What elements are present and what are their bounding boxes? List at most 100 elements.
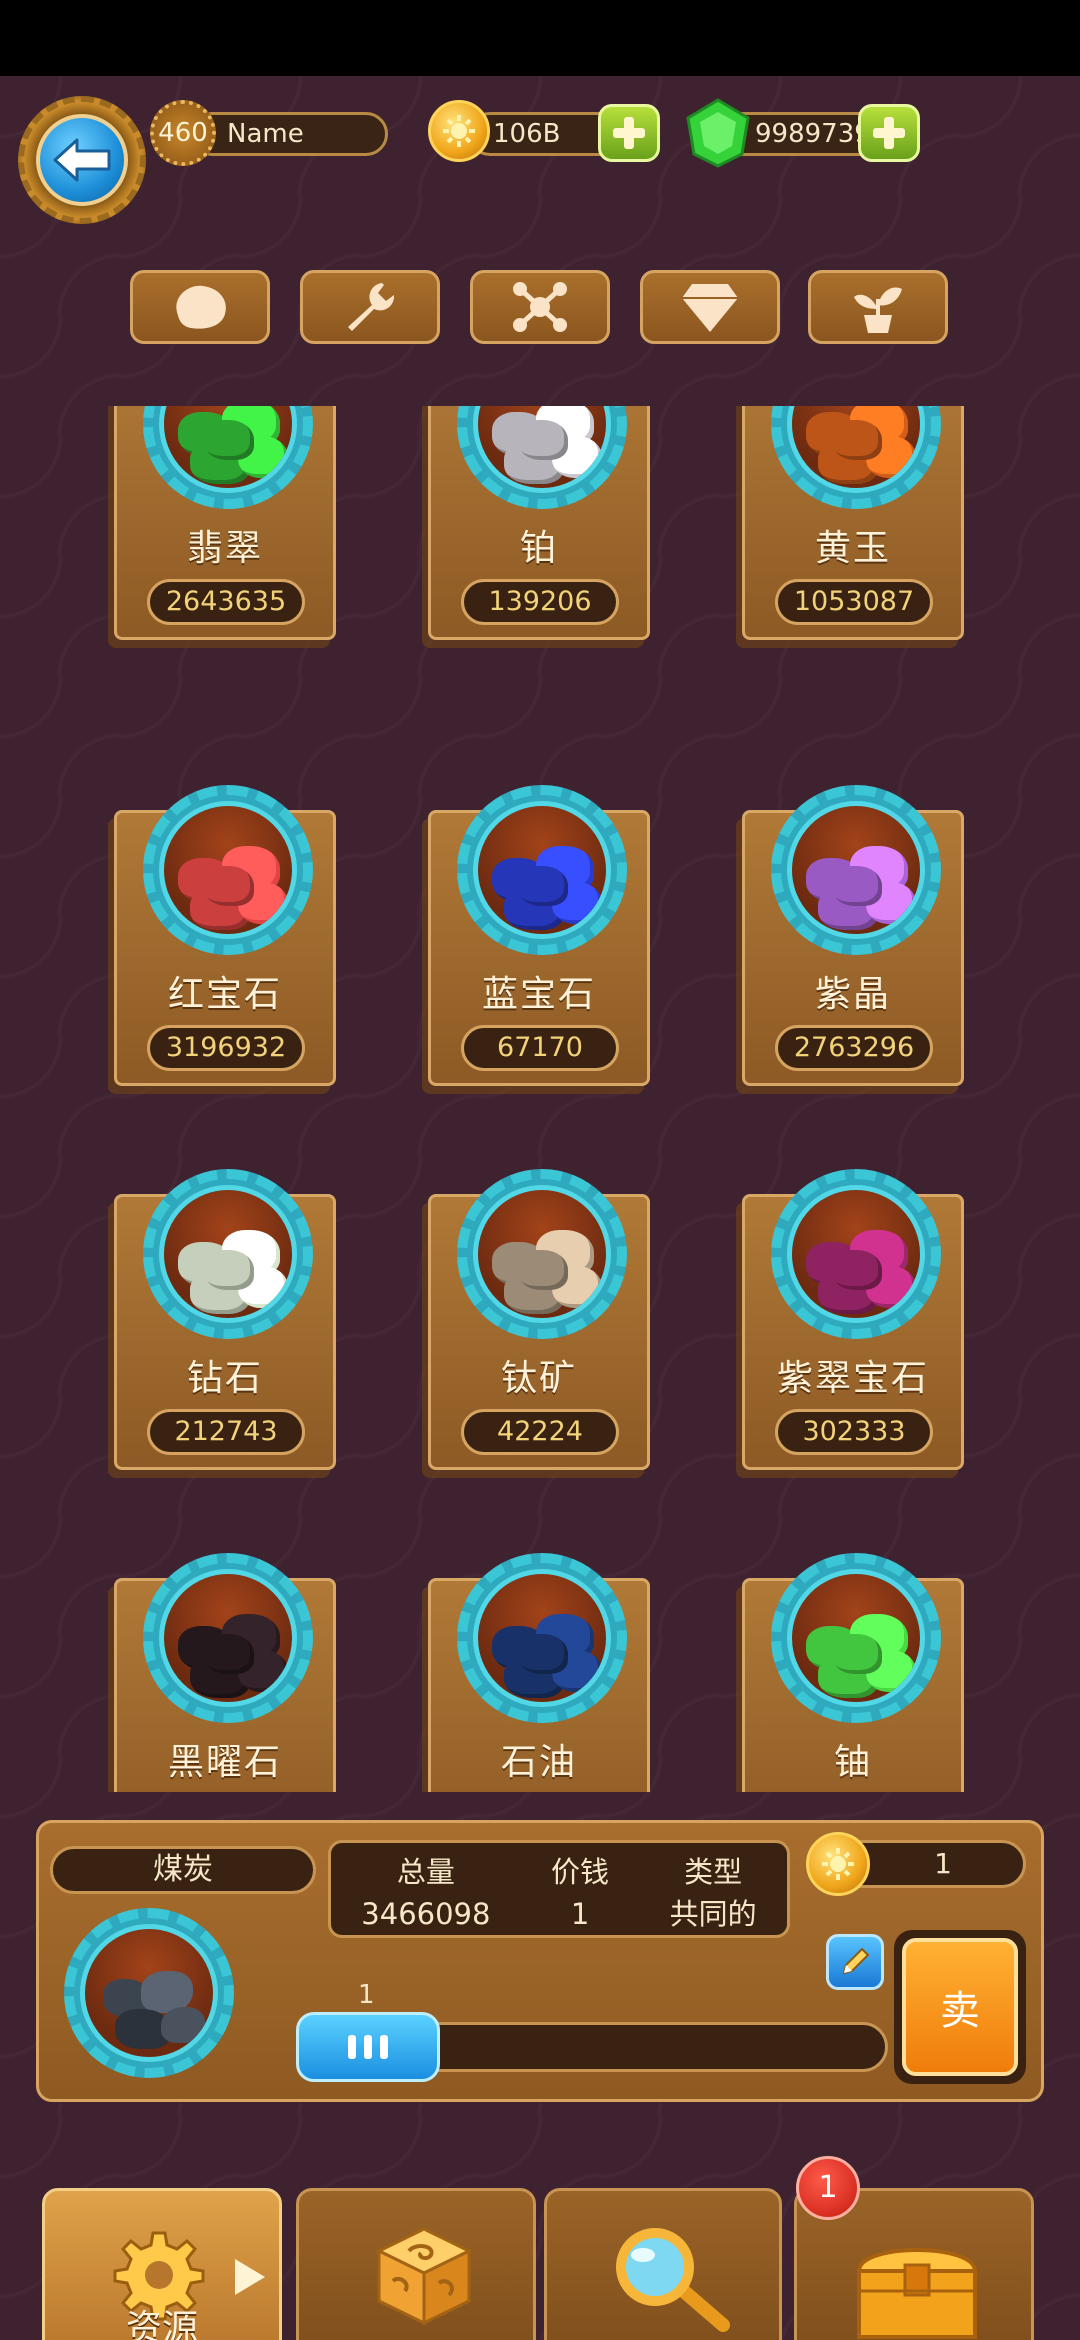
stat-total: 总量 3466098 [361, 1851, 490, 1935]
resource-icon-frame [143, 1553, 313, 1723]
resource-card[interactable]: 铀1374 [742, 1553, 964, 1792]
resource-count: 1053087 [775, 579, 933, 625]
stat-type-label: 类型 [684, 1855, 743, 1889]
resource-icon-frame [771, 406, 941, 509]
quantity-value: 1 [358, 1980, 375, 2010]
resource-name: 黑曜石 [167, 1742, 282, 1783]
resource-card[interactable]: 钻石 212743 [114, 1169, 336, 1470]
coal-icon [80, 1924, 218, 2062]
back-button[interactable] [18, 96, 146, 224]
resource-card[interactable]: 铂 139206 [428, 406, 650, 640]
resource-icon-frame [771, 1169, 941, 1339]
resource-count: 67170 [461, 1025, 619, 1071]
selected-resource-name: 煤炭 [50, 1846, 316, 1894]
stat-type-value: 共同的 [669, 1897, 757, 1931]
resource-name: 铀 [833, 1742, 872, 1783]
resource-name: 紫晶 [814, 974, 891, 1015]
resource-count: 139206 [461, 579, 619, 625]
tab-tools[interactable] [300, 270, 440, 344]
resource-icon-frame [457, 1553, 627, 1723]
resource-icon [159, 1569, 297, 1707]
resource-count: 2643635 [147, 579, 305, 625]
wrench-icon [348, 283, 395, 331]
resource-icon [787, 1185, 925, 1323]
resource-icon [787, 801, 925, 939]
stat-price-value: 1 [570, 1897, 590, 1931]
pencil-icon [842, 1947, 870, 1975]
treasure-chest-icon [856, 2248, 978, 2339]
tab-compounds[interactable] [470, 270, 610, 344]
tab-plants[interactable] [808, 270, 948, 344]
tab-resources[interactable]: 资源 [42, 2188, 282, 2340]
tab-dice[interactable] [296, 2188, 536, 2340]
tab-resources-label: 资源 [125, 2308, 198, 2340]
stat-price: 价钱 1 [551, 1851, 609, 1935]
resource-icon-frame [771, 785, 941, 955]
resource-count: 3196932 [147, 1025, 305, 1071]
resource-icon [159, 406, 297, 493]
resource-icon [473, 1569, 611, 1707]
resource-icon-frame [457, 1169, 627, 1339]
resource-name: 钻石 [186, 1358, 263, 1399]
resource-icon [787, 406, 925, 493]
sell-button-label: 卖 [902, 1938, 1018, 2076]
resource-name: 红宝石 [167, 974, 282, 1015]
resource-name: 翡翠 [186, 528, 263, 569]
green-gem-icon [686, 98, 750, 168]
resource-icon-frame [771, 1553, 941, 1723]
resource-name: 石油 [500, 1742, 577, 1783]
resource-card[interactable]: 黑曜石1075022 [114, 1553, 336, 1792]
arrow-right-icon [235, 2259, 265, 2295]
resource-card[interactable]: 石油115005 [428, 1553, 650, 1792]
resource-icon-frame [143, 785, 313, 955]
stat-total-label: 总量 [396, 1855, 455, 1889]
level-badge: 460 [150, 100, 216, 166]
stat-price-label: 价钱 [551, 1855, 610, 1889]
tab-stones[interactable] [130, 270, 270, 344]
resource-icon [473, 406, 611, 493]
resource-icon-frame [457, 406, 627, 509]
resource-grid[interactable]: 翡翠 2643635 铂 139206 黄玉 1053087 红宝石 3196932 蓝宝石 67… [0, 406, 1080, 1792]
plant-icon [854, 287, 902, 333]
resource-icon [159, 1185, 297, 1323]
status-bar [0, 0, 1080, 76]
resource-card[interactable]: 紫翠宝石 302333 [742, 1169, 964, 1470]
resource-count: 302333 [775, 1409, 933, 1455]
resource-count: 212743 [147, 1409, 305, 1455]
back-arrow-icon [36, 114, 128, 206]
resource-card[interactable]: 蓝宝石 67170 [428, 785, 650, 1086]
diamond-icon [682, 284, 738, 332]
resource-card[interactable]: 翡翠 2643635 [114, 406, 336, 640]
resource-name: 黄玉 [814, 528, 891, 569]
resource-card[interactable]: 黄玉 1053087 [742, 406, 964, 640]
resource-stats: 总量 3466098 价钱 1 类型 共同的 [328, 1840, 790, 1938]
add-coins-button[interactable] [598, 104, 660, 162]
resource-count: 42224 [461, 1409, 619, 1455]
resource-icon [787, 1569, 925, 1707]
resource-name: 蓝宝石 [481, 974, 596, 1015]
stone-icon [176, 285, 226, 329]
coin-balance: 106B [493, 119, 561, 149]
quantity-slider-thumb[interactable] [296, 2012, 440, 2082]
molecule-icon [513, 282, 567, 332]
resource-card[interactable]: 钛矿 42224 [428, 1169, 650, 1470]
tab-gems[interactable] [640, 270, 780, 344]
tab-search[interactable] [544, 2188, 782, 2340]
edit-quantity-button[interactable] [826, 1934, 884, 1990]
resource-count: 2763296 [775, 1025, 933, 1071]
sell-button[interactable]: 卖 [894, 1930, 1026, 2084]
resource-icon-frame [143, 1169, 313, 1339]
magnifier-icon [616, 2228, 730, 2332]
add-gems-button[interactable] [858, 104, 920, 162]
resource-name: 铂 [519, 528, 558, 569]
stat-type: 类型 共同的 [670, 1851, 757, 1935]
unit-price-value: 1 [934, 1847, 952, 1880]
dice-icon [375, 2227, 473, 2326]
resource-card[interactable]: 紫晶 2763296 [742, 785, 964, 1086]
resource-card[interactable]: 红宝石 3196932 [114, 785, 336, 1086]
coin-icon [428, 100, 490, 162]
player-name: Name [190, 112, 388, 156]
selected-resource-icon [64, 1908, 234, 2078]
resource-icon-frame [143, 406, 313, 509]
resource-name: 紫翠宝石 [776, 1358, 929, 1399]
